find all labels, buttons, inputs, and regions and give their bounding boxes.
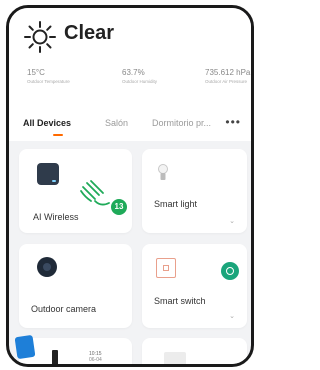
phone-screen: Clear 15°C Outdoor Temperature 63.7% Out…: [6, 5, 254, 367]
device-card-outdoor-camera[interactable]: Outdoor camera: [19, 244, 132, 328]
more-icon[interactable]: •••: [225, 115, 241, 129]
room-tabs: All Devices Salón Dormitorio pr... •••: [9, 111, 251, 141]
gateway-icon: [37, 163, 59, 185]
active-tab-indicator: [53, 134, 63, 136]
phone-device-icon: [52, 350, 58, 364]
chevron-down-icon[interactable]: ⌄: [229, 217, 235, 225]
tab-dormitorio[interactable]: Dormitorio pr...: [152, 118, 211, 128]
device-card-partial-left[interactable]: 10:15 06-04: [14, 334, 132, 364]
tab-all-devices[interactable]: All Devices: [23, 118, 71, 128]
chevron-down-icon[interactable]: ⌄: [229, 312, 235, 320]
metric-value: 63.7%: [122, 68, 145, 77]
metric-label: Outdoor Humidity: [122, 79, 158, 84]
blue-tag-icon: [14, 334, 36, 360]
metric-label: Outdoor Air Pressure: [205, 79, 248, 84]
device-card-partial-right[interactable]: [142, 338, 247, 364]
metric-label: Outdoor Temperature: [27, 79, 70, 84]
device-label: Outdoor camera: [31, 304, 97, 314]
sun-icon: [24, 21, 56, 53]
device-card-smart-light[interactable]: Smart light ⌄: [142, 149, 247, 233]
device-label: Smart switch: [154, 296, 206, 306]
metric-value: 735.612 hPa: [205, 68, 251, 77]
step-badge-number: 13: [114, 202, 124, 211]
outdoor-air-pressure: 735.612 hPa Outdoor Air Pressure: [205, 68, 250, 84]
weather-condition: Clear: [64, 22, 115, 44]
device-card-ai-wireless[interactable]: AI Wireless 13: [19, 149, 132, 233]
device-label: Smart light: [154, 199, 198, 209]
device-label: AI Wireless: [33, 212, 79, 222]
step-badge: 13: [111, 199, 127, 215]
power-toggle-button[interactable]: [221, 262, 239, 280]
outdoor-humidity: 63.7% Outdoor Humidity: [122, 68, 157, 84]
device-card-smart-switch[interactable]: Smart switch ⌄: [142, 244, 247, 328]
outdoor-temperature: 15°C Outdoor Temperature: [27, 68, 70, 84]
weather-header: Clear 15°C Outdoor Temperature 63.7% Out…: [9, 8, 251, 112]
switch-device-icon: [156, 258, 176, 278]
device-thumb: [164, 352, 186, 364]
metric-value: 15°C: [27, 68, 45, 77]
tab-salon[interactable]: Salón: [105, 118, 128, 128]
camera-icon: [37, 257, 57, 277]
bulb-icon: [158, 164, 168, 180]
clock-date: 06-04: [89, 357, 102, 363]
